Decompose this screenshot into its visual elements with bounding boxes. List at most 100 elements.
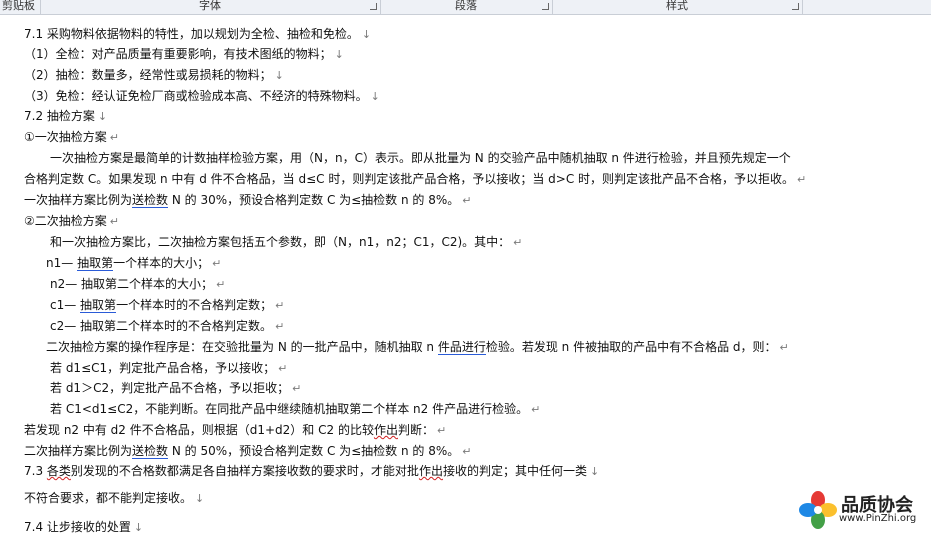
paragraph-mark-icon: ↵ (109, 131, 119, 144)
ribbon-font-label: 字体 (199, 0, 221, 12)
text-c1-a: c1— (50, 298, 81, 312)
line-full-inspection: （1）全检：对产品质量有重要影响，有技术图纸的物料； ↓ (24, 46, 344, 63)
paragraph-mark-icon: ↓ (133, 521, 144, 534)
text-sec73-underlined-1: 各类 (46, 464, 71, 478)
line-procedure: 二次抽检方案的操作程序是：在交验批量为 N 的一批产品中，随机抽取 n 件品进行… (46, 339, 789, 356)
text-single-p1: 一次抽检方案是最简单的计数抽样检验方案，用（N，n，C）表示。即从批量为 N 的… (50, 151, 791, 165)
paragraph-mark-icon: ↓ (370, 90, 380, 103)
paragraph-mark-icon: ↵ (109, 215, 119, 228)
heading-sec74: 7.4 让步接收的处置 (24, 520, 131, 534)
line-sec73: 7.3 各类别发现的不合格数都满足各自抽样方案接收数的要求时，才能对批作出接收的… (24, 463, 599, 480)
ribbon-styles-label: 样式 (666, 0, 688, 12)
text-c1-b: 一个样本时的不合格判定数； (116, 298, 273, 312)
paragraph-mark-icon: ↵ (531, 403, 541, 416)
line-double-ratio: 二次抽样方案比例为送检数 N 的 50%，预设合格判定数 C 为≤抽检数 n 的… (24, 443, 472, 460)
line-double-plan-title: ②二次抽检方案 ↵ (24, 213, 119, 230)
text-if2: 若 d1＞C2，判定批产品不合格，予以拒收； (50, 381, 290, 395)
paragraph-mark-icon: ↓ (334, 48, 344, 61)
line-c1: c1— 抽取第一个样本时的不合格判定数； ↵ (50, 297, 284, 314)
line-sec74: 7.4 让步接收的处置 ↓ (24, 519, 143, 536)
text-exempt-inspection: （3）免检：经认证免检厂商或检验成本高、不经济的特殊物料。 (24, 89, 368, 103)
text-procedure-underlined: 件品进行 (437, 340, 486, 355)
ribbon-group-font[interactable]: 字体 (40, 0, 381, 14)
line-single-plan-title: ①一次抽检方案 ↵ (24, 129, 119, 146)
text-c2: c2— 抽取第二个样本时的不合格判定数。 (50, 319, 273, 333)
line-sample-inspection: （2）抽检：数量多，经常性或易损耗的物料； ↓ (24, 67, 284, 84)
text-sample-inspection: （2）抽检：数量多，经常性或易损耗的物料； (24, 68, 272, 82)
text-found-underlined: 作出 (373, 423, 398, 437)
text-sec73-c: 接收的判定；其中任何一类 (442, 464, 587, 478)
text-full-inspection: （1）全检：对产品质量有重要影响，有技术图纸的物料； (24, 47, 332, 61)
text-single-ratio-b: N 的 30%，预设合格判定数 C 为≤抽检数 n 的 8%。 (168, 193, 460, 207)
line-if1: 若 d1≤C1，判定批产品合格，予以接收； ↵ (50, 360, 287, 377)
watermark-url: www.PinZhi.org (839, 513, 917, 524)
text-procedure-b: 检验。若发现 n 件被抽取的产品中有不合格品 d，则： (485, 340, 777, 354)
text-double-ratio-underlined: 送检数 (132, 444, 169, 459)
ribbon-paragraph-label: 段落 (455, 0, 477, 12)
paragraph-mark-icon: ↵ (278, 362, 288, 375)
text-sec73-continued: 不符合要求，都不能判定接收。 (24, 491, 193, 505)
paragraph-mark-icon: ↵ (797, 173, 807, 186)
styles-dialog-launcher-icon[interactable] (792, 3, 799, 10)
line-if3: 若 C1<d1≤C2，不能判断。在同批产品中继续随机抽取第二个样本 n2 件产品… (50, 401, 540, 418)
line-c2: c2— 抽取第二个样本时的不合格判定数。 ↵ (50, 318, 284, 335)
paragraph-mark-icon: ↓ (274, 69, 284, 82)
line-exempt-inspection: （3）免检：经认证免检厂商或检验成本高、不经济的特殊物料。 ↓ (24, 88, 380, 105)
ribbon-group-paragraph[interactable]: 段落 (380, 0, 553, 14)
text-double-ratio-b: N 的 50%，预设合格判定数 C 为≤抽检数 n 的 8%。 (168, 444, 460, 458)
paragraph-mark-icon: ↵ (462, 445, 472, 458)
paragraph-mark-icon: ↵ (275, 320, 285, 333)
text-sec73-b: 别发现的不合格数都满足各自抽样方案接收数的要求时，才能对批 (70, 464, 419, 478)
text-sec71: 7.1 采购物料依据物料的特性，加以规划为全检、抽检和免检。 (24, 27, 359, 41)
text-c1-underlined: 抽取第 (80, 298, 117, 313)
text-sec73-underlined-2: 作出 (418, 464, 443, 478)
line-sec72: 7.2 抽检方案 ↓ (24, 108, 107, 125)
paragraph-mark-icon: ↵ (216, 278, 226, 291)
line-single-ratio: 一次抽样方案比例为送检数 N 的 30%，预设合格判定数 C 为≤抽检数 n 的… (24, 192, 472, 209)
paragraph-mark-icon: ↵ (462, 194, 472, 207)
line-sec71: 7.1 采购物料依据物料的特性，加以规划为全检、抽检和免检。 ↓ (24, 26, 371, 43)
line-sec73-continued: 不符合要求，都不能判定接收。 ↓ (24, 490, 204, 507)
text-single-ratio-underlined: 送检数 (132, 193, 169, 208)
text-if3: 若 C1<d1≤C2，不能判断。在同批产品中继续随机抽取第二个样本 n2 件产品… (50, 402, 529, 416)
heading-double-plan: ②二次抽检方案 (24, 214, 107, 228)
heading-single-plan: ①一次抽检方案 (24, 130, 107, 144)
text-n1-underlined: 抽取第 (77, 256, 114, 271)
ribbon-bar: 剪贴板 字体 段落 样式 (0, 0, 931, 15)
font-dialog-launcher-icon[interactable] (370, 3, 377, 10)
text-found-a: 若发现 n2 中有 d2 件不合格品，则根据（d1+d2）和 C2 的比较 (24, 423, 374, 437)
line-single-p1: 一次抽检方案是最简单的计数抽样检验方案，用（N，n，C）表示。即从批量为 N 的… (50, 150, 791, 166)
paragraph-mark-icon: ↵ (779, 341, 789, 354)
text-double-ratio-a: 二次抽样方案比例为 (24, 444, 133, 458)
paragraph-mark-icon: ↓ (361, 28, 372, 41)
text-single-p2: 合格判定数 C。如果发现 n 中有 d 件不合格品，当 d≤C 时，则判定该批产… (24, 172, 795, 186)
watermark-logo: 品质协会 www.PinZhi.org (799, 491, 927, 529)
ribbon-clipboard-label: 剪贴板 (2, 0, 35, 12)
paragraph-mark-icon: ↵ (275, 299, 285, 312)
paragraph-mark-icon: ↓ (195, 492, 205, 505)
heading-sec72: 7.2 抽检方案 (24, 109, 95, 123)
text-procedure-a: 二次抽检方案的操作程序是：在交验批量为 N 的一批产品中，随机抽取 n (46, 340, 438, 354)
line-n2: n2— 抽取第二个样本的大小； ↵ (50, 276, 225, 293)
ribbon-group-clipboard[interactable]: 剪贴板 (0, 0, 41, 14)
paragraph-mark-icon: ↵ (212, 257, 222, 270)
paragraph-mark-icon: ↵ (292, 382, 302, 395)
line-double-p1: 和一次抽检方案比，二次抽检方案包括五个参数，即（N，n1，n2；C1，C2)。其… (50, 234, 522, 251)
paragraph-dialog-launcher-icon[interactable] (542, 3, 549, 10)
document-page[interactable]: 7.1 采购物料依据物料的特性，加以规划为全检、抽检和免检。 ↓ （1）全检：对产… (0, 14, 931, 535)
line-if2: 若 d1＞C2，判定批产品不合格，予以拒收； ↵ (50, 380, 301, 397)
ribbon-group-styles[interactable]: 样式 (552, 0, 803, 14)
pinwheel-logo-icon (799, 491, 837, 529)
text-if1: 若 d1≤C1，判定批产品合格，予以接收； (50, 361, 276, 375)
line-single-p2: 合格判定数 C。如果发现 n 中有 d 件不合格品，当 d≤C 时，则判定该批产… (24, 171, 806, 188)
line-found: 若发现 n2 中有 d2 件不合格品，则根据（d1+d2）和 C2 的比较作出判… (24, 422, 446, 439)
text-found-b: 判断： (397, 423, 434, 437)
text-single-ratio-a: 一次抽样方案比例为 (24, 193, 133, 207)
paragraph-mark-icon: ↓ (97, 110, 108, 123)
text-n1-b: 一个样本的大小； (113, 256, 210, 270)
text-n1-a: n1— (46, 256, 78, 270)
paragraph-mark-icon: ↓ (589, 465, 600, 478)
text-double-p1: 和一次抽检方案比，二次抽检方案包括五个参数，即（N，n1，n2；C1，C2)。其… (50, 235, 511, 249)
text-n2: n2— 抽取第二个样本的大小； (50, 277, 214, 291)
paragraph-mark-icon: ↵ (513, 236, 523, 249)
